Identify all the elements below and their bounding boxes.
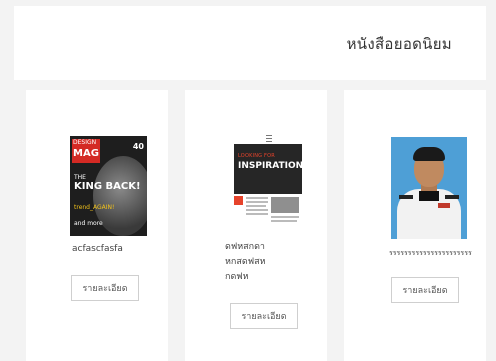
shoulder-board: [445, 195, 459, 199]
book-cover-image[interactable]: LOOKING FOR INSPIRATION?: [234, 144, 302, 228]
book-title[interactable]: ดฟหสกดา หกสดฟสห กดฟห: [225, 240, 266, 285]
book-title-line: รรรรรรรรรรรรรรรรรรรรรร: [389, 249, 472, 257]
cover-text-line: [246, 197, 268, 199]
cover-line-1: THE: [74, 174, 86, 181]
book-title-line: acfascfasfa: [72, 244, 123, 254]
cover-accent-square: [234, 196, 243, 205]
cover-headline: INSPIRATION?: [238, 161, 302, 171]
book-title-line: หกสดฟสห: [225, 257, 266, 267]
cover-line-3: trend_AGAIN!: [74, 204, 115, 211]
cover-line-2: KING BACK!: [74, 181, 141, 192]
detail-button[interactable]: รายละเอียด: [71, 275, 139, 301]
book-cover-image[interactable]: [391, 137, 467, 239]
cover-masthead-text: MAG: [73, 148, 99, 159]
detail-button[interactable]: รายละเอียด: [391, 277, 459, 303]
cover-text-line: [246, 201, 268, 203]
collar-shape: [419, 191, 439, 201]
menu-icon: [266, 135, 272, 142]
cover-top-text: DESIGN: [73, 139, 97, 146]
cover-text-line: [246, 209, 268, 211]
cover-text-line: [271, 216, 299, 218]
cover-text-line: [246, 205, 266, 207]
shoulder-board: [399, 195, 413, 199]
cover-badge: 40: [132, 142, 144, 151]
book-title-line: กดฟห: [225, 272, 249, 282]
book-title[interactable]: acfascfasfa: [72, 242, 123, 257]
detail-button[interactable]: รายละเอียด: [230, 303, 298, 329]
medal-shape: [438, 203, 450, 208]
cover-text-line: [246, 213, 268, 215]
section-title: หนังสือยอดนิยม: [346, 35, 452, 53]
cover-line-4: and more: [74, 220, 103, 227]
cover-tagline: LOOKING FOR: [238, 153, 275, 159]
section-header: หนังสือยอดนิยม: [14, 6, 486, 80]
cover-text-line: [271, 220, 297, 222]
cover-photo: [271, 197, 299, 213]
book-title[interactable]: รรรรรรรรรรรรรรรรรรรรรร: [389, 246, 472, 261]
hair-shape: [413, 147, 445, 161]
book-card[interactable]: รรรรรรรรรรรรรรรรรรรรรร รายละเอียด: [344, 90, 486, 361]
book-cover-image[interactable]: DESIGN MAG 40 THE KING BACK! trend_AGAIN…: [70, 136, 147, 236]
book-card[interactable]: LOOKING FOR INSPIRATION? ดฟหสกดา หกสดฟสห…: [185, 90, 327, 361]
book-title-line: ดฟหสกดา: [225, 242, 265, 252]
book-card[interactable]: DESIGN MAG 40 THE KING BACK! trend_AGAIN…: [26, 90, 168, 361]
